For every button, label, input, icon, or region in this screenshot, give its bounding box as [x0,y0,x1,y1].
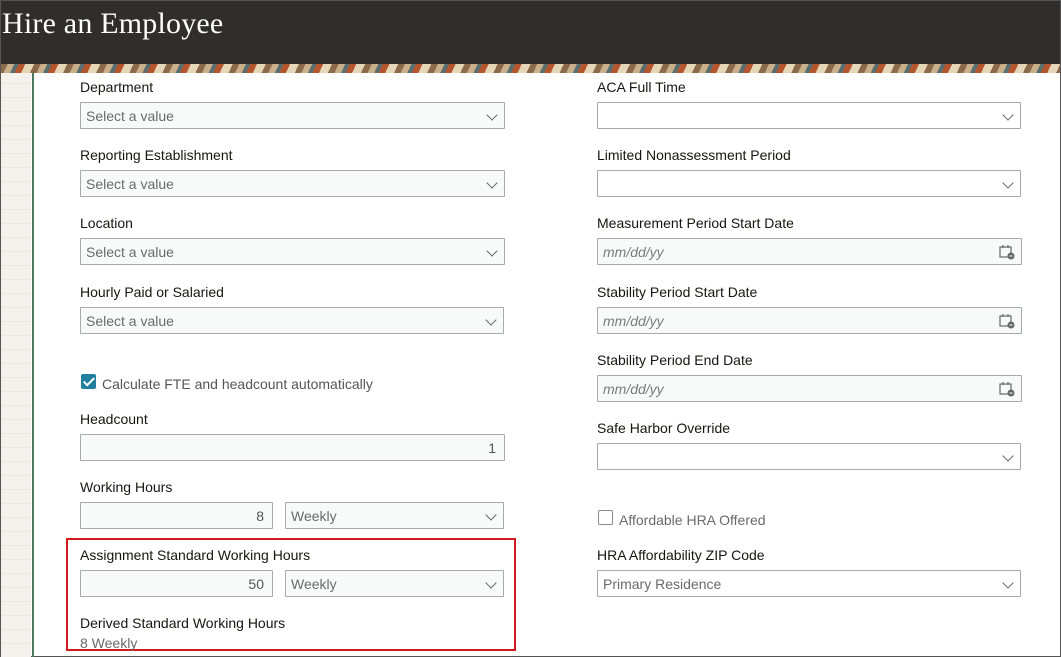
measurement-start-placeholder: mm/dd/yy [603,244,664,260]
affordable-hra-checkbox[interactable] [598,510,613,525]
chevron-down-icon[interactable] [1002,109,1014,121]
chevron-down-icon[interactable] [1002,177,1014,189]
reporting-establishment-label: Reporting Establishment [80,147,233,163]
stability-end-label: Stability Period End Date [597,352,753,368]
calc-fte-checkbox[interactable] [81,374,96,389]
working-hours-frequency-select[interactable]: Weekly [285,502,504,529]
reporting-establishment-select[interactable]: Select a value [80,170,505,197]
working-hours-value: 8 [256,508,264,524]
decorative-banner [1,64,1060,73]
chevron-down-icon[interactable] [1002,450,1014,462]
chevron-down-icon[interactable] [1002,577,1014,589]
hra-zip-label: HRA Affordability ZIP Code [597,547,765,563]
assignment-hours-frequency-select[interactable]: Weekly [285,570,504,597]
left-decorative-strip [1,73,31,657]
hra-zip-select[interactable]: Primary Residence [597,570,1021,597]
headcount-input[interactable]: 1 [80,434,505,461]
stability-start-placeholder: mm/dd/yy [603,313,664,329]
location-placeholder: Select a value [86,244,174,260]
measurement-start-label: Measurement Period Start Date [597,215,794,231]
chevron-down-icon[interactable] [486,177,498,189]
location-select[interactable]: Select a value [80,238,505,265]
derived-hours-label: Derived Standard Working Hours [80,615,286,631]
chevron-down-icon[interactable] [485,577,497,589]
stability-start-label: Stability Period Start Date [597,284,758,300]
aca-full-time-select[interactable] [597,102,1021,129]
assignment-hours-label: Assignment Standard Working Hours [80,547,311,563]
left-accent-line [32,73,34,657]
working-hours-input[interactable]: 8 [80,502,273,529]
hourly-paid-placeholder: Select a value [86,313,174,329]
headcount-value: 1 [488,440,496,456]
stability-end-input[interactable]: mm/dd/yy [597,375,1022,402]
assignment-hours-frequency-value: Weekly [291,576,337,592]
safe-harbor-label: Safe Harbor Override [597,420,731,436]
working-hours-frequency-value: Weekly [291,508,337,524]
working-hours-label: Working Hours [80,479,173,495]
department-select[interactable]: Select a value [80,102,505,129]
assignment-hours-input[interactable]: 50 [80,570,273,597]
chevron-down-icon[interactable] [486,109,498,121]
assignment-hours-value: 50 [248,576,264,592]
derived-hours-value: 8 Weekly [80,635,138,651]
department-placeholder: Select a value [86,108,174,124]
department-label: Department [80,79,154,95]
calendar-icon[interactable] [999,381,1015,397]
stability-start-input[interactable]: mm/dd/yy [597,307,1022,334]
calc-fte-label: Calculate FTE and headcount automaticall… [102,376,373,392]
affordable-hra-label: Affordable HRA Offered [619,512,766,528]
calendar-icon[interactable] [999,313,1015,329]
chevron-down-icon[interactable] [485,314,497,326]
safe-harbor-select[interactable] [597,443,1021,470]
stability-end-placeholder: mm/dd/yy [603,381,664,397]
hourly-paid-label: Hourly Paid or Salaried [80,284,224,300]
location-label: Location [80,215,133,231]
aca-full-time-label: ACA Full Time [597,79,686,95]
limited-nonassessment-label: Limited Nonassessment Period [597,147,791,163]
chevron-down-icon[interactable] [485,509,497,521]
reporting-establishment-placeholder: Select a value [86,176,174,192]
page-title: Hire an Employee [2,7,224,40]
measurement-start-input[interactable]: mm/dd/yy [597,238,1022,265]
headcount-label: Headcount [80,411,148,427]
calendar-icon[interactable] [999,244,1015,260]
chevron-down-icon[interactable] [486,245,498,257]
hourly-paid-select[interactable]: Select a value [80,307,504,334]
page-header: Hire an Employee [1,1,1060,64]
limited-nonassessment-select[interactable] [597,170,1021,197]
hra-zip-value: Primary Residence [603,576,722,592]
